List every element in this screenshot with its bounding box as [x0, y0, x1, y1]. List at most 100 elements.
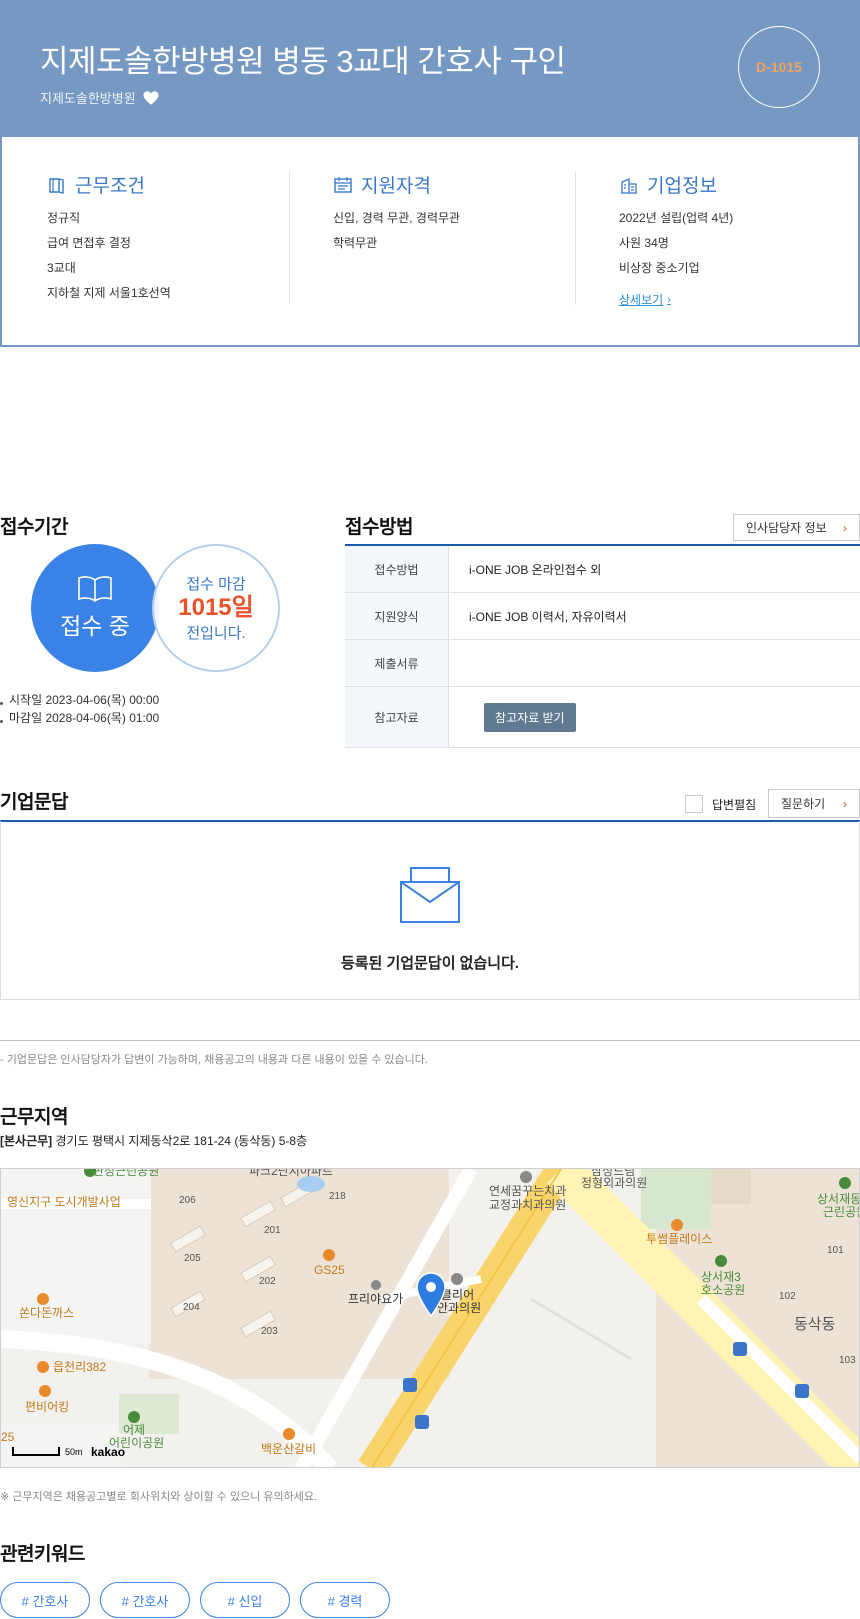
svg-text:204: 204 [183, 1302, 200, 1313]
table-row: 접수방법 i-ONE JOB 온라인접수 외 [345, 546, 860, 593]
svg-text:218: 218 [329, 1191, 346, 1202]
address-text: 경기도 평택시 지제동삭2로 181-24 (동삭동) 5-8층 [55, 1134, 308, 1148]
svg-text:101: 101 [827, 1245, 844, 1256]
chevron-right-icon: › [843, 796, 847, 811]
table-row: 제출서류 [345, 640, 860, 687]
svg-text:판정근린공원: 판정근린공원 [93, 1169, 159, 1178]
svg-text:203: 203 [261, 1326, 278, 1337]
svg-text:읍천리382: 읍천리382 [53, 1359, 106, 1374]
svg-text:201: 201 [264, 1225, 281, 1236]
svg-text:상서재3: 상서재3 [701, 1270, 741, 1284]
svg-text:편비어킹: 편비어킹 [25, 1400, 69, 1414]
svg-text:쏜다돈까스: 쏜다돈까스 [19, 1306, 74, 1320]
chevron-right-icon: › [667, 293, 671, 306]
job-summary: 근무조건 정규직 급여 면접후 결정 3교대 지하철 지제 서울1호선역 지원자… [0, 137, 860, 347]
keyword-tag[interactable]: # 경력 [300, 1582, 390, 1618]
method-title: 접수방법 [345, 517, 413, 538]
row-label: 접수방법 [345, 546, 449, 592]
calendar-icon [334, 176, 352, 193]
svg-text:영신지구 도시개발사업: 영신지구 도시개발사업 [7, 1195, 121, 1209]
period-dates: 시작일 2023-04-06(목) 00:00 마감일 2028-04-06(목… [0, 691, 159, 727]
svg-text:kakao: kakao [91, 1445, 125, 1459]
qualification-item: 학력무관 [333, 236, 378, 250]
keyword-tag[interactable]: # 간호사 [100, 1582, 190, 1618]
company-line: 지제도솔한방병원 [40, 88, 160, 107]
work-address: [본사근무] 경기도 평택시 지제동삭2로 181-24 (동삭동) 5-8층 [0, 1132, 307, 1149]
deadline-label: 접수 마감 [186, 576, 246, 593]
work-item: 정규직 [47, 211, 81, 225]
svg-text:202: 202 [259, 1276, 276, 1287]
svg-text:클리어: 클리어 [441, 1288, 474, 1302]
row-label: 제출서류 [345, 640, 449, 686]
job-header: 지제도솔한방병원 병동 3교대 간호사 구인 지제도솔한방병원 D-1015 [0, 0, 860, 137]
location-map[interactable]: 206 218 201 205 202 204 203 101 102 103 … [0, 1168, 860, 1468]
hr-info-button[interactable]: 인사담당자 정보 › [733, 514, 860, 541]
svg-text:호소공원: 호소공원 [701, 1283, 745, 1297]
company-item: 비상장 중소기업 [619, 261, 700, 275]
dday-badge: D-1015 [738, 26, 820, 108]
keyword-tag[interactable]: # 간호사 [0, 1582, 90, 1618]
heart-icon[interactable] [142, 89, 160, 107]
svg-text:103: 103 [839, 1355, 856, 1366]
status-text: 접수 중 [60, 613, 130, 639]
svg-text:206: 206 [179, 1195, 196, 1206]
row-value: i-ONE JOB 이력서, 자유이력서 [469, 609, 627, 624]
location-title: 근무지역 [0, 1107, 68, 1128]
table-row: 지원양식 i-ONE JOB 이력서, 자유이력서 [345, 593, 860, 640]
company-detail-link[interactable]: 상세보기 › [619, 291, 671, 308]
company-info-heading: 기업정보 [619, 171, 839, 198]
svg-text:동삭동: 동삭동 [794, 1316, 836, 1333]
keyword-list: # 간호사 # 간호사 # 신입 # 경력 [0, 1582, 390, 1618]
work-item: 지하철 지제 서울1호선역 [47, 286, 171, 300]
svg-text:교정과치과의원: 교정과치과의원 [489, 1198, 566, 1212]
svg-text:GS25: GS25 [314, 1263, 345, 1277]
svg-text:백운산갈비: 백운산갈비 [261, 1442, 316, 1456]
svg-text:205: 205 [184, 1253, 201, 1264]
table-row: 참고자료 참고자료 받기 [345, 687, 860, 748]
office-tag: [본사근무] [0, 1134, 53, 1148]
row-value [449, 640, 860, 686]
qualification-item: 신입, 경력 무관, 경력무관 [333, 211, 461, 225]
svg-text:102: 102 [779, 1291, 796, 1302]
qualifications-heading: 지원자격 [333, 171, 575, 198]
svg-text:25: 25 [1, 1430, 15, 1444]
deadline-suffix: 전입니다. [186, 625, 246, 642]
company-name[interactable]: 지제도솔한방병원 [40, 88, 136, 107]
qa-notice: - 기업문답은 인사담당자가 답변이 가능하며, 채용공고의 내용과 다른 내용… [0, 1040, 860, 1067]
deadline-days: 1015일 [178, 594, 254, 621]
status-circle: 접수 중 [31, 544, 159, 672]
svg-text:투썸플레이스: 투썸플레이스 [646, 1232, 712, 1246]
end-date: 마감일 2028-04-06(목) 01:00 [0, 709, 159, 727]
keyword-tag[interactable]: # 신입 [200, 1582, 290, 1618]
svg-text:연세꿈꾸는치과: 연세꿈꾸는치과 [489, 1184, 566, 1198]
svg-text:어제: 어제 [123, 1423, 145, 1437]
download-reference-button[interactable]: 참고자료 받기 [484, 702, 576, 732]
svg-text:근린공원: 근린공원 [823, 1205, 860, 1219]
ask-question-button[interactable]: 질문하기 › [768, 789, 860, 818]
svg-text:프리야요가: 프리야요가 [348, 1292, 403, 1306]
envelope-icon [400, 867, 460, 923]
chevron-right-icon: › [843, 520, 847, 535]
expand-answers-checkbox[interactable]: 답변펼침 [685, 795, 756, 813]
map-canvas[interactable]: 206 218 201 205 202 204 203 101 102 103 … [1, 1169, 860, 1468]
svg-text:안과의원: 안과의원 [437, 1301, 481, 1315]
svg-text:정형외과의원: 정형외과의원 [581, 1176, 647, 1190]
row-label: 지원양식 [345, 593, 449, 639]
row-value: i-ONE JOB 온라인접수 외 [469, 562, 602, 577]
work-conditions: 근무조건 정규직 급여 면접후 결정 3교대 지하철 지제 서울1호선역 [47, 171, 290, 305]
book-icon [78, 576, 112, 602]
deadline-circle: 접수 마감 1015일 전입니다. [152, 544, 280, 672]
qa-empty-box: 등록된 기업문답이 없습니다. [0, 820, 860, 1000]
company-item: 사원 34명 [619, 236, 669, 250]
method-table: 접수방법 i-ONE JOB 온라인접수 외 지원양식 i-ONE JOB 이력… [345, 544, 860, 748]
qualifications: 지원자격 신입, 경력 무관, 경력무관 학력무관 [333, 171, 576, 305]
keywords-title: 관련키워드 [0, 1544, 85, 1565]
work-item: 급여 면접후 결정 [47, 236, 131, 250]
qa-empty-message: 등록된 기업문답이 없습니다. [340, 955, 520, 972]
document-icon [49, 177, 64, 194]
checkbox[interactable] [685, 795, 703, 813]
company-item: 2022년 설립(업력 4년) [619, 211, 734, 225]
svg-text:상서재동: 상서재동 [817, 1192, 860, 1206]
location-notice: ※ 근무지역은 채용공고별로 회사위치와 상이할 수 있으니 유의하세요. [0, 1491, 318, 1503]
qa-title: 기업문답 [0, 792, 68, 813]
